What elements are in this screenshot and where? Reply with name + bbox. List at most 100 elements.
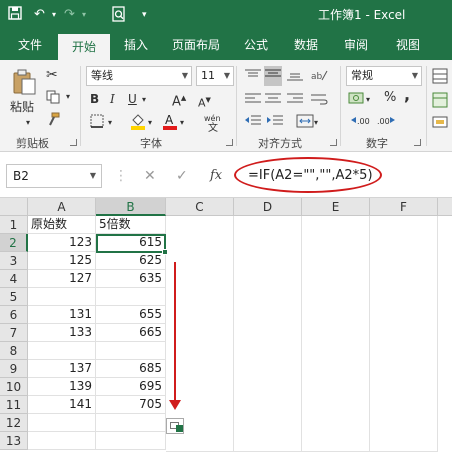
cell-b11[interactable]: 705	[96, 396, 166, 414]
redo-dropdown-icon[interactable]: ▾	[82, 6, 86, 24]
column-header-d[interactable]: D	[234, 198, 302, 216]
decrease-font-size-icon[interactable]: A▼	[198, 93, 211, 111]
cell-a3[interactable]: 125	[28, 252, 96, 270]
cell-b12[interactable]	[96, 414, 166, 432]
decrease-decimal-icon[interactable]: .00	[376, 114, 396, 132]
align-center-icon[interactable]	[264, 92, 282, 110]
column-header-c[interactable]: C	[166, 198, 234, 216]
name-box[interactable]: B2 ▼	[6, 164, 102, 188]
percent-style-button[interactable]: %	[384, 91, 396, 105]
underline-dropdown-icon[interactable]: ▾	[142, 93, 146, 107]
cell-a1[interactable]: 原始数	[28, 216, 96, 234]
cut-icon[interactable]: ✂	[46, 68, 58, 82]
cell-b10[interactable]: 695	[96, 378, 166, 396]
format-as-table-icon[interactable]	[432, 92, 448, 112]
borders-dropdown-icon[interactable]: ▾	[108, 116, 112, 130]
column-header-g[interactable]	[438, 198, 452, 216]
cell-b5[interactable]	[96, 288, 166, 306]
cell-a5[interactable]	[28, 288, 96, 306]
bold-button[interactable]: B	[90, 92, 99, 106]
cell-styles-icon[interactable]	[432, 114, 448, 134]
row-header-12[interactable]: 12	[0, 414, 28, 432]
decrease-indent-icon[interactable]	[244, 114, 262, 132]
fill-handle[interactable]	[162, 249, 168, 255]
row-header-9[interactable]: 9	[0, 360, 28, 378]
copy-icon[interactable]	[46, 90, 60, 108]
cell-b6[interactable]: 655	[96, 306, 166, 324]
row-header-4[interactable]: 4	[0, 270, 28, 288]
alignment-launcher-icon[interactable]	[330, 139, 337, 146]
font-color-icon[interactable]: A	[162, 112, 178, 134]
increase-decimal-icon[interactable]: .00	[350, 114, 370, 132]
tab-file[interactable]: 文件	[8, 30, 52, 60]
cell-b4[interactable]: 635	[96, 270, 166, 288]
print-preview-icon[interactable]	[112, 6, 126, 24]
cancel-icon[interactable]: ✕	[144, 168, 156, 184]
save-icon[interactable]	[8, 6, 22, 24]
row-header-7[interactable]: 7	[0, 324, 28, 342]
cell-b3[interactable]: 625	[96, 252, 166, 270]
column-header-b[interactable]: B	[96, 198, 166, 216]
tab-home[interactable]: 开始	[58, 34, 110, 60]
column-header-e[interactable]: E	[302, 198, 370, 216]
cell-b1[interactable]: 5倍数	[96, 216, 166, 234]
font-name-dropdown[interactable]: 等线 ▼	[86, 66, 192, 86]
italic-button[interactable]: I	[110, 92, 115, 106]
cell-a9[interactable]: 137	[28, 360, 96, 378]
comma-style-button[interactable]: ,	[404, 87, 410, 103]
cell-b8[interactable]	[96, 342, 166, 360]
middle-align-icon[interactable]	[264, 66, 282, 86]
orientation-icon[interactable]: ab	[310, 68, 328, 86]
undo-icon[interactable]: ↶	[34, 6, 45, 24]
tab-page-layout[interactable]: 页面布局	[164, 30, 228, 60]
row-header-5[interactable]: 5	[0, 288, 28, 306]
cell-b9[interactable]: 685	[96, 360, 166, 378]
cell-a8[interactable]	[28, 342, 96, 360]
tab-review[interactable]: 审阅	[334, 30, 378, 60]
cell-a6[interactable]: 131	[28, 306, 96, 324]
top-align-icon[interactable]	[244, 68, 262, 86]
tab-formulas[interactable]: 公式	[234, 30, 278, 60]
row-header-3[interactable]: 3	[0, 252, 28, 270]
paste-button[interactable]	[12, 68, 38, 100]
cell-a13[interactable]	[28, 432, 96, 450]
redo-icon[interactable]: ↷	[64, 6, 75, 24]
undo-dropdown-icon[interactable]: ▾	[52, 6, 56, 24]
column-d-area[interactable]	[234, 216, 302, 452]
cell-a10[interactable]: 139	[28, 378, 96, 396]
borders-icon[interactable]	[90, 114, 104, 132]
column-f-area[interactable]	[370, 216, 438, 452]
copy-dropdown-icon[interactable]: ▾	[66, 90, 70, 104]
merge-dropdown-icon[interactable]: ▾	[314, 116, 318, 130]
number-format-dropdown[interactable]: 常规 ▼	[346, 66, 422, 86]
accounting-dropdown-icon[interactable]: ▾	[366, 93, 370, 107]
bottom-align-icon[interactable]	[286, 68, 304, 86]
column-header-f[interactable]: F	[370, 198, 438, 216]
cell-a12[interactable]	[28, 414, 96, 432]
font-size-dropdown[interactable]: 11 ▼	[196, 66, 234, 86]
column-e-area[interactable]	[302, 216, 370, 452]
clipboard-launcher-icon[interactable]	[70, 139, 77, 146]
tab-view[interactable]: 视图	[386, 30, 430, 60]
customize-toolbar-icon[interactable]: ▾	[142, 6, 147, 24]
insert-function-icon[interactable]: fx	[210, 168, 222, 184]
select-all-corner[interactable]	[0, 198, 28, 216]
cell-b7[interactable]: 665	[96, 324, 166, 342]
row-header-2[interactable]: 2	[0, 234, 28, 252]
cell-b13[interactable]	[96, 432, 166, 450]
paste-dropdown-icon[interactable]: ▾	[26, 116, 30, 130]
column-c-area[interactable]	[166, 216, 234, 452]
conditional-formatting-icon[interactable]	[432, 68, 448, 88]
accounting-format-icon[interactable]	[348, 90, 364, 110]
font-color-dropdown-icon[interactable]: ▾	[180, 116, 184, 130]
row-header-10[interactable]: 10	[0, 378, 28, 396]
cell-a7[interactable]: 133	[28, 324, 96, 342]
row-header-13[interactable]: 13	[0, 432, 28, 450]
cell-a4[interactable]: 127	[28, 270, 96, 288]
fill-color-icon[interactable]	[130, 112, 146, 134]
column-header-a[interactable]: A	[28, 198, 96, 216]
align-right-icon[interactable]	[286, 92, 304, 110]
increase-indent-icon[interactable]	[266, 114, 284, 132]
tab-data[interactable]: 数据	[284, 30, 328, 60]
row-header-11[interactable]: 11	[0, 396, 28, 414]
